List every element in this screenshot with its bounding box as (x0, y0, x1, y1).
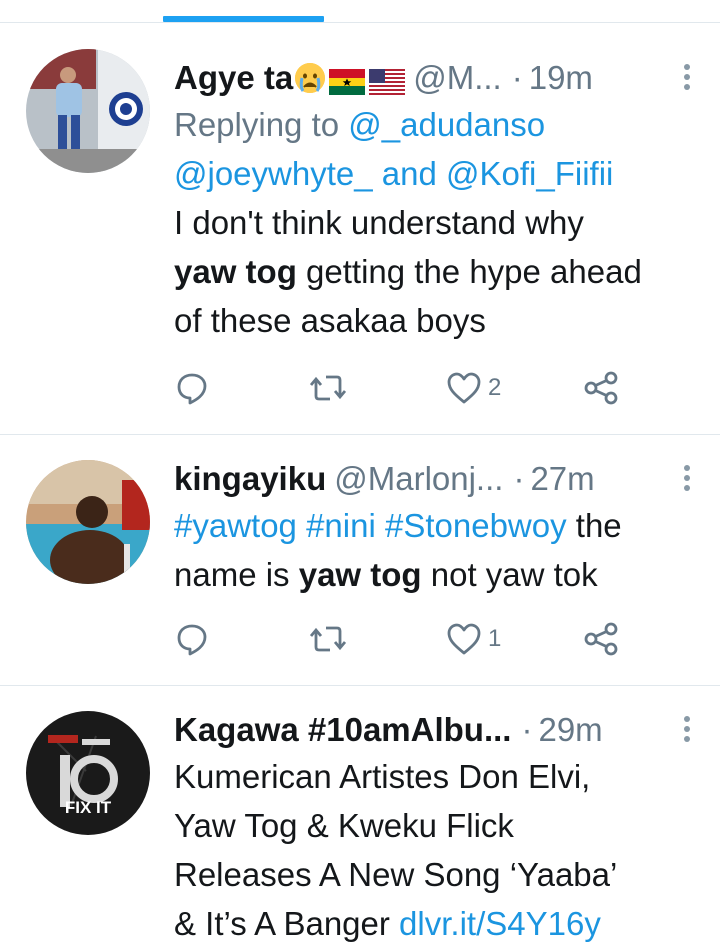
display-name[interactable]: Kagawa #10amAlbu... (174, 711, 511, 749)
share-icon (584, 371, 618, 405)
more-options-icon[interactable] (684, 64, 690, 94)
share-button[interactable] (582, 619, 622, 659)
tweet-text-line: of these asakaa boys (174, 302, 486, 339)
mention-link[interactable]: @joeywhyte_ (174, 155, 373, 192)
bold-text: yaw tog (174, 253, 297, 290)
tweet-header: Agye ta @M... · 19m (174, 56, 700, 100)
reply-button[interactable] (174, 619, 210, 659)
avatar[interactable]: FIX IT (26, 711, 150, 835)
more-options-icon[interactable] (684, 465, 690, 495)
like-count: 2 (488, 374, 502, 401)
url-link[interactable]: dlvr.it/S4Y16y (399, 905, 601, 942)
user-handle: @Marlonj... (334, 460, 504, 497)
and-connector: and (372, 155, 447, 192)
timestamp[interactable]: 19m (529, 59, 593, 97)
tweet-text-line: name is yaw tog not yaw tok (174, 550, 700, 599)
tweet[interactable]: Agye ta @M... · 19m Replying to @_adudan… (0, 23, 720, 435)
usa-flag-icon (369, 65, 406, 95)
tweet[interactable]: kingayiku @Marlonj... · 27m #yawtog #nin… (0, 435, 720, 686)
ghana-flag-icon (329, 65, 366, 95)
tweet-text-line: Kumerican Artistes Don Elvi, (174, 758, 591, 795)
profile-photo-pool (26, 460, 150, 584)
reply-button[interactable] (174, 368, 210, 408)
tweet-text-line: yaw tog getting the hype ahead (174, 247, 700, 296)
tweet-header: kingayiku @Marlonj... · 27m (174, 457, 700, 501)
share-button[interactable] (582, 368, 622, 408)
tweet-text-line: #yawtog #nini #Stonebwoy the (174, 501, 700, 550)
mention-link[interactable]: @Kofi_Fiifii (446, 155, 613, 192)
tweet-actions: 2 (174, 368, 644, 408)
retweet-button[interactable] (308, 619, 348, 659)
tweet[interactable]: FIX IT Kagawa #10amAlbu... · 29m Kumeric… (0, 686, 720, 942)
heart-icon (447, 372, 481, 404)
tweet-text-line: Releases A New Song ‘Yaaba’ (174, 856, 618, 893)
avatar[interactable] (26, 460, 150, 584)
retweet-button[interactable] (308, 368, 348, 408)
avatar-logo-text: FIX IT (65, 798, 112, 817)
tweet-text-line: & It’s A Banger dlvr.it/S4Y16y (174, 899, 700, 948)
tweet-text-line: I don't think understand why (174, 204, 584, 241)
like-button[interactable]: 2 (446, 368, 501, 408)
separator-dot: · (521, 711, 533, 748)
heart-icon (447, 623, 481, 655)
like-count: 1 (488, 625, 502, 652)
text-span: name is (174, 556, 299, 593)
retweet-icon (309, 375, 347, 401)
share-icon (584, 622, 618, 656)
separator-dot: · (511, 59, 523, 96)
replying-to-label: Replying to (174, 106, 349, 143)
display-name[interactable]: kingayiku (174, 460, 326, 498)
user-handle: @M... (413, 59, 502, 96)
text-span: & It’s A Banger (174, 905, 400, 942)
reply-context-line2: @joeywhyte_ and @Kofi_Fiifii (174, 149, 700, 198)
reply-context: Replying to @_adudanso (174, 100, 700, 149)
mention-link[interactable]: @_adudanso (348, 106, 545, 143)
timestamp[interactable]: 29m (538, 711, 602, 749)
retweet-icon (309, 626, 347, 652)
tweet-actions: 1 (174, 619, 644, 659)
avatar[interactable] (26, 49, 150, 173)
profile-photo-chelsea (26, 49, 150, 173)
like-button[interactable]: 1 (446, 619, 501, 659)
fix-it-logo: FIX IT (26, 711, 150, 835)
tweet-header: Kagawa #10amAlbu... · 29m (174, 708, 700, 752)
crying-face-emoji-icon (295, 63, 326, 93)
text-span: not yaw tok (421, 556, 598, 593)
hashtag-links[interactable]: #yawtog #nini #Stonebwoy (174, 507, 567, 544)
tweet-text-line: Yaw Tog & Kweku Flick (174, 807, 514, 844)
reply-icon (177, 624, 207, 656)
display-name[interactable]: Agye ta (174, 59, 293, 97)
text-span: the (566, 507, 622, 544)
timestamp[interactable]: 27m (530, 460, 594, 498)
text-span: getting the hype ahead (296, 253, 642, 290)
reply-icon (177, 373, 207, 405)
separator-dot: · (513, 460, 525, 497)
bold-text: yaw tog (298, 556, 422, 593)
more-options-icon[interactable] (684, 716, 690, 746)
